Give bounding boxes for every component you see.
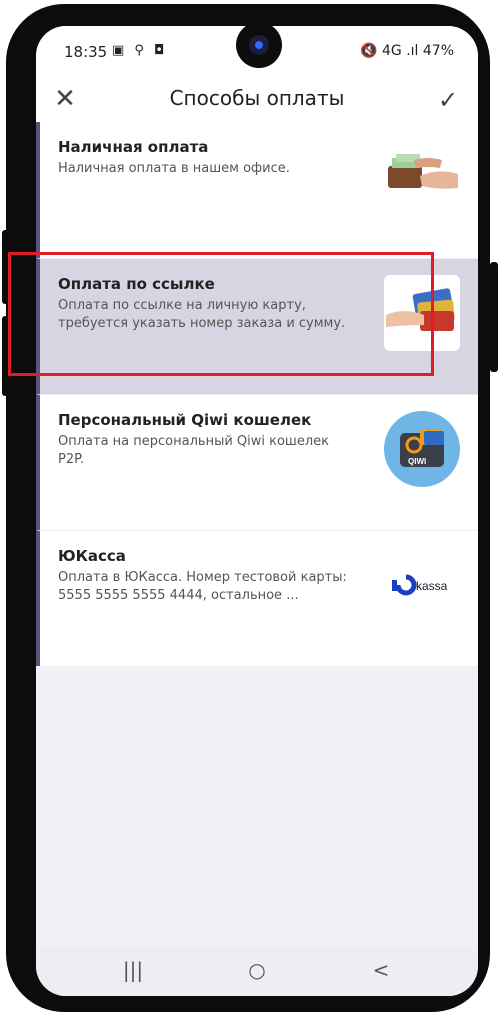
- status-time: 18:35: [64, 43, 108, 61]
- app-bar: ✕ Способы оплаты ✓: [36, 78, 478, 122]
- phone-frame: 18:35 ▣ ⚲ ◘ 🔇 4G .ıl 47% ✕ Способы оплат…: [6, 4, 490, 1012]
- payment-methods-list: Наличная оплата Наличная оплата в нашем …: [36, 122, 478, 666]
- qiwi-logo-text: QIWI: [408, 457, 426, 466]
- cash-in-hand-image: [384, 138, 460, 214]
- status-right-indicators: 🔇 4G .ıl 47%: [360, 43, 454, 59]
- payment-method-name: Наличная оплата: [58, 138, 209, 156]
- screen: 18:35 ▣ ⚲ ◘ 🔇 4G .ıl 47% ✕ Способы оплат…: [36, 26, 478, 996]
- payment-method-desc: Оплата в ЮКасса. Номер тестовой карты: 5…: [58, 570, 347, 603]
- back-icon[interactable]: <: [366, 958, 396, 984]
- payment-method-desc: Наличная оплата в нашем офисе.: [58, 161, 290, 176]
- system-nav-bar: ||| ○ <: [36, 946, 478, 996]
- payment-method-cash[interactable]: Наличная оплата Наличная оплата в нашем …: [36, 122, 478, 258]
- payment-method-desc: Оплата по ссылке на личную карту, требуе…: [58, 298, 346, 331]
- home-icon[interactable]: ○: [242, 958, 272, 984]
- front-camera: [236, 26, 282, 68]
- payment-method-qiwi[interactable]: Персональный Qiwi кошелек Оплата на перс…: [36, 394, 478, 530]
- qiwi-wallet-image: QIWI: [384, 411, 460, 487]
- page-title: Способы оплаты: [169, 86, 345, 110]
- yookassa-logo-text: kassa: [416, 579, 448, 593]
- payment-method-name: Оплата по ссылке: [58, 275, 215, 293]
- side-button-right: [490, 262, 498, 372]
- check-icon[interactable]: ✓: [434, 86, 462, 114]
- yookassa-logo: kassa: [384, 547, 460, 623]
- cards-in-hand-image: [384, 275, 460, 351]
- payment-method-desc: Оплата на персональный Qiwi кошелек P2P.: [58, 434, 329, 467]
- payment-method-name: ЮКасса: [58, 547, 126, 565]
- payment-method-name: Персональный Qiwi кошелек: [58, 411, 312, 429]
- payment-method-link[interactable]: Оплата по ссылке Оплата по ссылке на лич…: [36, 258, 478, 394]
- status-bar: 18:35 ▣ ⚲ ◘ 🔇 4G .ıl 47%: [36, 26, 478, 78]
- status-notification-icons: ▣ ⚲ ◘: [112, 43, 168, 58]
- recents-icon[interactable]: |||: [118, 958, 148, 984]
- payment-method-yookassa[interactable]: ЮКасса Оплата в ЮКасса. Номер тестовой к…: [36, 530, 478, 666]
